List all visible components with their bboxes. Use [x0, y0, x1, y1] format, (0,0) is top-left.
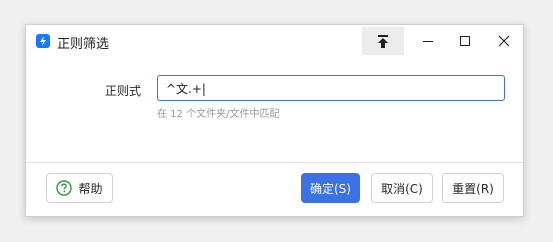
reset-button[interactable]: 重置(R): [442, 173, 504, 203]
close-icon: [498, 35, 510, 47]
ok-button[interactable]: 确定(S): [301, 173, 360, 203]
close-button[interactable]: [484, 27, 524, 55]
footer-divider: [26, 162, 523, 163]
help-icon: [56, 180, 73, 196]
cancel-button[interactable]: 取消(C): [371, 173, 433, 203]
reset-button-label: 重置(R): [452, 181, 494, 196]
help-button[interactable]: 帮助: [46, 173, 113, 203]
minimize-icon: [423, 41, 433, 42]
match-scope-hint: 在 12 个文件夹/文件中匹配: [157, 109, 280, 120]
regex-label: 正则式: [105, 84, 142, 98]
window-title: 正则筛选: [57, 37, 110, 52]
minimize-button[interactable]: [408, 27, 448, 55]
pin-top-icon: [378, 35, 388, 48]
maximize-button[interactable]: [444, 27, 484, 55]
regex-filter-dialog: 正则筛选 正则式 在 12 个文件夹/文件中匹配: [25, 24, 524, 217]
regex-input[interactable]: [157, 75, 505, 101]
cancel-button-label: 取消(C): [381, 181, 423, 196]
pin-top-button[interactable]: [362, 27, 404, 55]
title-bar[interactable]: 正则筛选: [26, 25, 523, 57]
help-button-label: 帮助: [78, 181, 103, 196]
maximize-icon: [460, 36, 470, 46]
ok-button-label: 确定(S): [310, 181, 351, 196]
app-bolt-icon: [36, 34, 50, 48]
